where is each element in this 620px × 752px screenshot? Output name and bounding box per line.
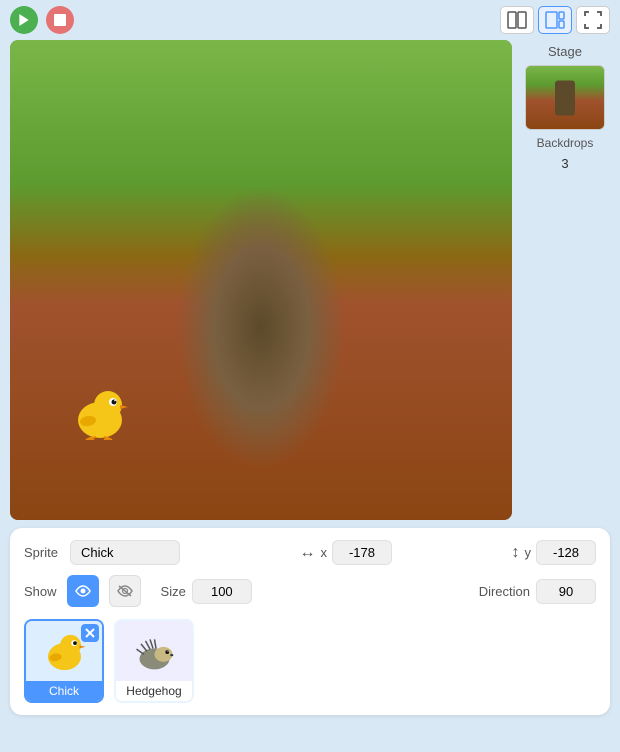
y-value-input[interactable] <box>536 540 596 565</box>
green-flag-button[interactable] <box>10 6 38 34</box>
stop-button[interactable] <box>46 6 74 34</box>
x-axis-icon: ↔ <box>299 544 315 562</box>
direction-group: Direction <box>479 579 596 604</box>
sprite-name-input[interactable] <box>70 540 180 565</box>
chick-sprite-on-stage[interactable] <box>70 385 130 440</box>
sprite-label: Sprite <box>24 545 58 560</box>
stage-layout-button[interactable] <box>538 6 572 34</box>
x-label: x <box>320 545 327 560</box>
stage-sidebar-label: Stage <box>548 44 582 59</box>
hedgehog-thumb-label: Hedgehog <box>116 681 192 701</box>
direction-input[interactable] <box>536 579 596 604</box>
x-value-input[interactable] <box>332 540 392 565</box>
main-stage <box>10 40 512 520</box>
bottom-panel: Sprite ↔ x ↕ y Show <box>10 528 610 715</box>
sprite-row: Sprite ↔ x ↕ y <box>24 540 596 565</box>
size-label: Size <box>161 584 186 599</box>
stage-thumbnail[interactable] <box>525 65 605 130</box>
sprite-thumb-hedgehog[interactable]: Hedgehog <box>114 619 194 703</box>
chick-thumb-label: Chick <box>26 681 102 701</box>
top-bar <box>0 0 620 40</box>
x-coord-group: ↔ x <box>299 540 392 565</box>
stage-sidebar: Stage Backdrops 3 <box>520 40 610 520</box>
split-layout-button[interactable] <box>500 6 534 34</box>
size-group: Size <box>161 579 252 604</box>
hide-eye-button[interactable] <box>109 575 141 607</box>
props-row: Show Size Direction <box>24 575 596 607</box>
backdrops-label: Backdrops <box>537 136 594 150</box>
top-bar-right <box>500 6 610 34</box>
direction-label: Direction <box>479 584 530 599</box>
size-input[interactable] <box>192 579 252 604</box>
top-bar-left <box>10 6 74 34</box>
y-axis-icon: ↕ <box>512 544 520 562</box>
stage-area: Stage Backdrops 3 <box>0 40 620 528</box>
delete-chick-button[interactable] <box>81 624 99 642</box>
sprite-thumb-chick[interactable]: Chick <box>24 619 104 703</box>
show-label: Show <box>24 584 57 599</box>
y-coord-group: ↕ y <box>512 540 597 565</box>
y-label: y <box>525 545 532 560</box>
backdrops-count: 3 <box>561 156 568 171</box>
stage-canvas <box>10 40 512 520</box>
stage-background <box>10 40 512 520</box>
sprite-list: Chick <box>24 619 596 703</box>
show-eye-button[interactable] <box>67 575 99 607</box>
fullscreen-button[interactable] <box>576 6 610 34</box>
hedgehog-thumb-image <box>116 621 192 681</box>
